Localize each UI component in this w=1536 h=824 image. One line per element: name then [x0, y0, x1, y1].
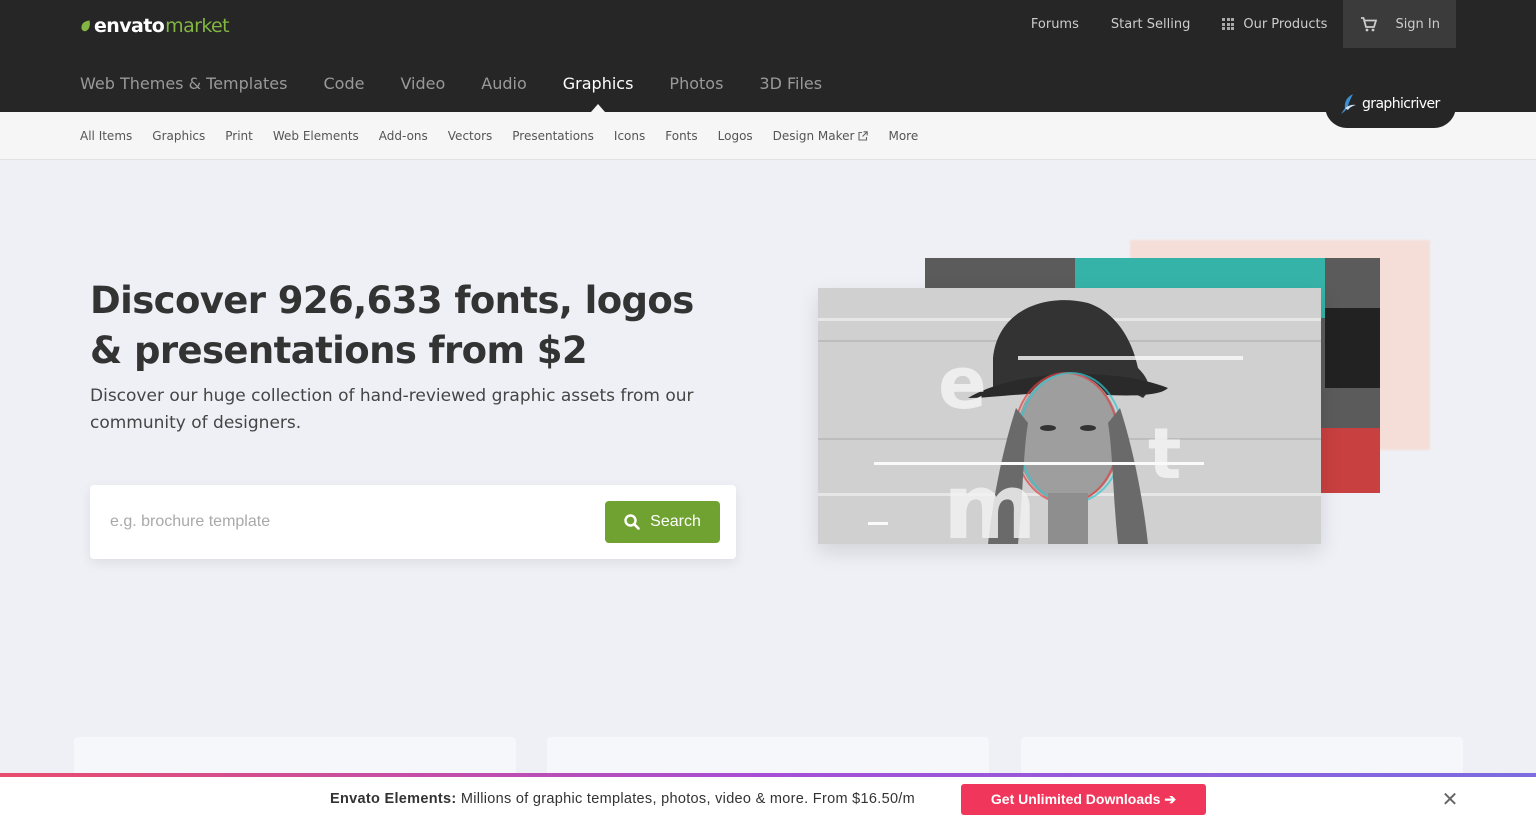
- sub-nav-item-presentations[interactable]: Presentations: [512, 129, 594, 143]
- sub-nav-item-more[interactable]: More: [888, 129, 918, 143]
- sub-nav-item-graphics[interactable]: Graphics: [152, 129, 205, 143]
- sub-nav-item-logos[interactable]: Logos: [718, 129, 753, 143]
- sub-nav-item-all-items[interactable]: All Items: [80, 129, 132, 143]
- main-nav-item-3d-files[interactable]: 3D Files: [759, 64, 822, 104]
- hero-subtitle: Discover our huge collection of hand-rev…: [90, 386, 694, 433]
- graphicriver-label: graphicriver: [1362, 96, 1440, 112]
- logo-brand: envato: [94, 15, 165, 37]
- svg-text:t: t: [1148, 413, 1181, 495]
- get-unlimited-downloads-button[interactable]: Get Unlimited Downloads ➔: [961, 784, 1206, 815]
- sub-nav-item-web-elements[interactable]: Web Elements: [273, 129, 359, 143]
- sub-nav-item-print[interactable]: Print: [225, 129, 253, 143]
- search-box: Search: [90, 485, 736, 559]
- search-button-label: Search: [650, 513, 701, 530]
- envato-market-logo[interactable]: envato market: [80, 14, 230, 38]
- sub-nav-item-vectors[interactable]: Vectors: [448, 129, 493, 143]
- svg-text:m: m: [943, 455, 1037, 544]
- start-selling-label: Start Selling: [1110, 16, 1191, 32]
- main-nav-item-photos[interactable]: Photos: [669, 64, 723, 104]
- sub-nav-item-icons[interactable]: Icons: [614, 129, 645, 143]
- hero-featured-image: e t m: [818, 288, 1321, 544]
- grid-icon: [1222, 18, 1235, 30]
- banner-text: Envato Elements: Millions of graphic tem…: [330, 791, 915, 807]
- graphicriver-badge[interactable]: graphicriver: [1325, 80, 1456, 128]
- cart-icon: [1361, 16, 1378, 31]
- sign-in-button[interactable]: Sign In: [1343, 0, 1456, 48]
- forums-label: Forums: [1030, 16, 1079, 32]
- hero-title: Discover 926,633 fonts, logos & presenta…: [90, 279, 694, 372]
- elements-promo-banner: Envato Elements: Millions of graphic tem…: [0, 773, 1536, 824]
- utility-nav: Forums Start Selling Our Products Sign I…: [999, 0, 1456, 48]
- main-nav: Web Themes & Templates Code Video Audio …: [80, 64, 858, 112]
- start-selling-link[interactable]: Start Selling: [1111, 17, 1190, 32]
- logo-suffix: market: [165, 15, 229, 37]
- main-nav-item-code[interactable]: Code: [323, 64, 364, 104]
- leaf-icon: [81, 20, 90, 32]
- sign-in-label: Sign In: [1395, 16, 1440, 32]
- search-input[interactable]: [110, 505, 580, 539]
- svg-text:e: e: [938, 341, 987, 425]
- graphicriver-logo-icon: [1341, 94, 1356, 114]
- external-link-icon: [858, 130, 869, 141]
- main-nav-item-audio[interactable]: Audio: [481, 64, 526, 104]
- our-products-label: Our Products: [1243, 16, 1328, 32]
- search-button[interactable]: Search: [605, 501, 720, 543]
- sub-nav-item-design-maker[interactable]: Design Maker: [773, 129, 869, 143]
- banner-gradient-bar: [0, 773, 1536, 777]
- top-bar: envato market Forums Start Selling Our P…: [0, 0, 1536, 112]
- sub-nav-item-fonts[interactable]: Fonts: [665, 129, 697, 143]
- close-icon[interactable]: ✕: [1440, 789, 1460, 809]
- main-nav-item-graphics[interactable]: Graphics: [563, 64, 633, 112]
- design-maker-label: Design Maker: [772, 128, 855, 143]
- main-nav-item-video[interactable]: Video: [400, 64, 445, 104]
- our-products-link[interactable]: Our Products: [1222, 17, 1327, 32]
- search-icon: [624, 514, 640, 530]
- banner-brand: Envato Elements:: [330, 791, 457, 807]
- main-nav-item-web-themes[interactable]: Web Themes & Templates: [80, 64, 287, 104]
- sub-nav-item-add-ons[interactable]: Add-ons: [379, 129, 428, 143]
- forums-link[interactable]: Forums: [1031, 17, 1079, 32]
- banner-message: Millions of graphic templates, photos, v…: [460, 791, 916, 807]
- sub-nav: All Items Graphics Print Web Elements Ad…: [0, 112, 1536, 160]
